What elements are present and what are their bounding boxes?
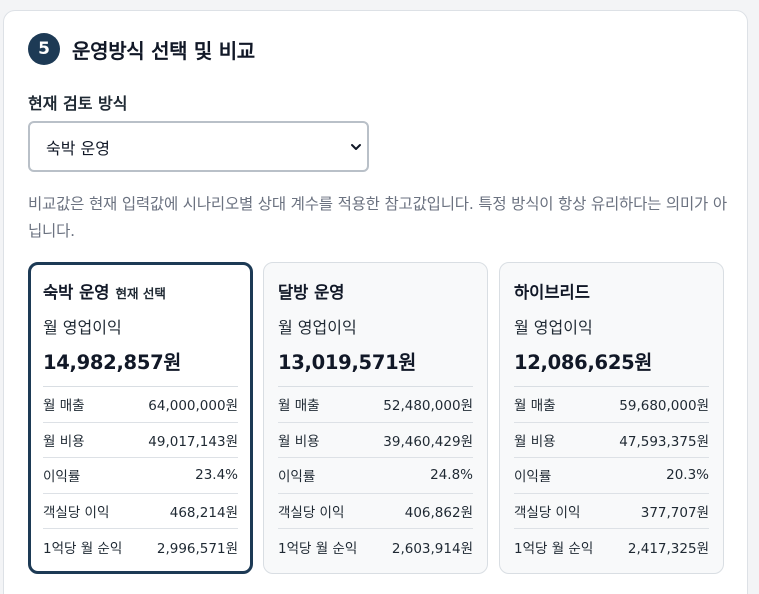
row-value: 20.3% — [666, 467, 709, 484]
row-value: 468,214원 — [169, 504, 238, 521]
operation-mode-label: 현재 검토 방식 — [28, 94, 128, 113]
row-value: 377,707원 — [640, 504, 709, 521]
operation-mode-selected-value: 숙박 운영 — [46, 138, 110, 158]
card-monthly-rental[interactable]: 달방 운영 월 영업이익 13,019,571원 월 매출 52,480,000원… — [263, 262, 488, 574]
row-label: 객실당 이익 — [278, 504, 345, 521]
metric-label: 월 영업이익 — [43, 318, 122, 337]
card-lodging[interactable]: 숙박 운영 현재 선택 월 영업이익 14,982,857원 월 매출 64,00… — [28, 262, 253, 574]
row-value: 2,417,325원 — [627, 540, 709, 557]
card-name: 달방 운영 — [278, 283, 345, 302]
chevron-down-icon — [351, 144, 361, 150]
detail-rows: 월 매출 52,480,000원 월 비용 39,460,429원 이익률 24.8%… — [278, 386, 473, 565]
detail-row: 월 비용 49,017,143원 — [43, 423, 238, 458]
operation-mode-select[interactable]: 숙박 운영 — [28, 121, 369, 172]
detail-row: 월 비용 39,460,429원 — [278, 423, 473, 458]
row-value: 24.8% — [430, 467, 473, 484]
detail-row: 객실당 이익 406,862원 — [278, 494, 473, 529]
detail-rows: 월 매출 59,680,000원 월 비용 47,593,375원 이익률 20.3%… — [514, 386, 709, 565]
detail-row: 월 매출 59,680,000원 — [514, 387, 709, 423]
card-hybrid[interactable]: 하이브리드 월 영업이익 12,086,625원 월 매출 59,680,000원… — [499, 262, 724, 574]
row-value: 2,996,571원 — [156, 540, 238, 557]
row-value: 52,480,000원 — [383, 398, 473, 415]
row-value: 64,000,000원 — [148, 398, 238, 415]
detail-row: 1억당 월 순익 2,417,325원 — [514, 529, 709, 565]
section-title: 운영방식 선택 및 비교 — [72, 38, 255, 63]
row-label: 객실당 이익 — [514, 504, 581, 521]
detail-row: 1억당 월 순익 2,996,571원 — [43, 529, 238, 565]
row-value: 406,862원 — [404, 504, 473, 521]
row-label: 월 비용 — [278, 433, 320, 450]
step-number-badge: 5 — [28, 33, 60, 65]
comparison-note: 비교값은 현재 입력값에 시나리오별 상대 계수를 적용한 참고값입니다. 특정… — [28, 195, 727, 240]
card-title: 하이브리드 — [514, 279, 709, 302]
comparison-panel: 5 운영방식 선택 및 비교 현재 검토 방식 숙박 운영 비교값은 현재 입력… — [3, 10, 748, 594]
row-label: 월 비용 — [514, 433, 556, 450]
row-label: 월 비용 — [43, 433, 85, 450]
detail-row: 객실당 이익 377,707원 — [514, 494, 709, 529]
metric-label: 월 영업이익 — [278, 318, 357, 337]
card-name: 숙박 운영 — [43, 283, 110, 302]
detail-row: 월 비용 47,593,375원 — [514, 423, 709, 458]
detail-row: 이익률 23.4% — [43, 458, 238, 494]
detail-rows: 월 매출 64,000,000원 월 비용 49,017,143원 이익률 23.4%… — [43, 386, 238, 565]
row-value: 39,460,429원 — [383, 433, 473, 450]
detail-row: 1억당 월 순익 2,603,914원 — [278, 529, 473, 565]
detail-row: 이익률 20.3% — [514, 458, 709, 494]
detail-row: 월 매출 64,000,000원 — [43, 387, 238, 423]
row-value: 49,017,143원 — [148, 433, 238, 450]
row-label: 객실당 이익 — [43, 504, 110, 521]
metric-value: 12,086,625원 — [514, 351, 653, 374]
metric-value: 14,982,857원 — [43, 351, 182, 374]
section-header: 5 운영방식 선택 및 비교 — [28, 33, 255, 65]
card-name: 하이브리드 — [514, 283, 590, 302]
row-label: 1억당 월 순익 — [43, 540, 123, 557]
card-title: 달방 운영 — [278, 279, 473, 302]
row-value: 2,603,914원 — [391, 540, 473, 557]
current-selection-tag: 현재 선택 — [115, 286, 166, 301]
metric-value: 13,019,571원 — [278, 351, 417, 374]
metric-label: 월 영업이익 — [514, 318, 593, 337]
detail-row: 이익률 24.8% — [278, 458, 473, 494]
row-label: 월 매출 — [43, 398, 85, 415]
detail-row: 월 매출 52,480,000원 — [278, 387, 473, 423]
detail-row: 객실당 이익 468,214원 — [43, 494, 238, 529]
card-title: 숙박 운영 현재 선택 — [43, 279, 238, 302]
row-label: 1억당 월 순익 — [278, 540, 358, 557]
row-label: 월 매출 — [278, 398, 320, 415]
row-label: 이익률 — [43, 469, 81, 486]
row-value: 59,680,000원 — [619, 398, 709, 415]
row-label: 이익률 — [278, 469, 316, 486]
row-label: 월 매출 — [514, 398, 556, 415]
row-label: 1억당 월 순익 — [514, 540, 594, 557]
row-value: 23.4% — [195, 467, 238, 484]
row-label: 이익률 — [514, 469, 552, 486]
row-value: 47,593,375원 — [619, 433, 709, 450]
